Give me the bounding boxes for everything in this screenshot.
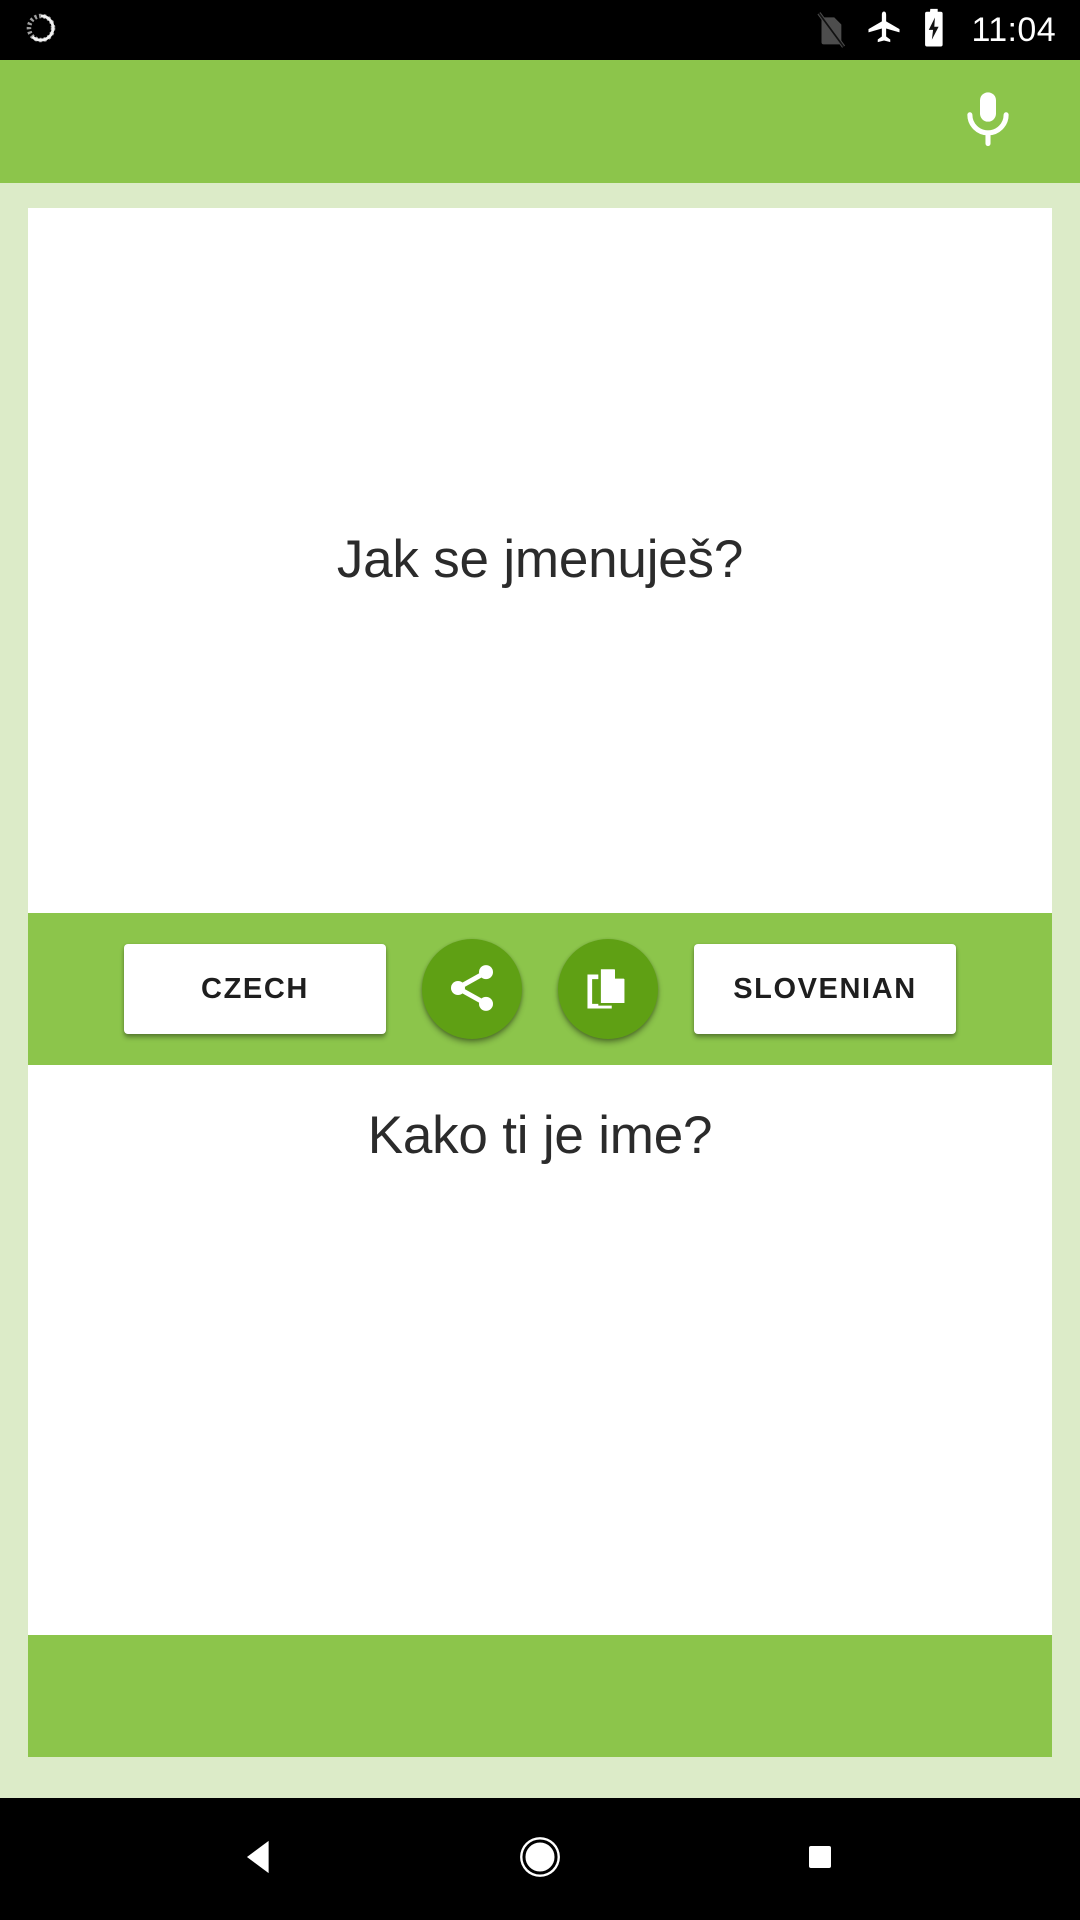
no-sim-card-icon	[813, 8, 847, 53]
target-text-panel[interactable]: Kako ti je ime?	[28, 1065, 1052, 1635]
status-bar-clock: 11:04	[971, 11, 1056, 49]
sync-notification-icon	[24, 11, 58, 50]
status-bar-left-icons	[24, 11, 58, 50]
target-language-button[interactable]: SLOVENIAN	[694, 944, 956, 1034]
share-icon	[444, 960, 500, 1019]
recents-square-icon	[800, 1837, 840, 1882]
back-button[interactable]	[205, 1814, 315, 1904]
navigation-bar	[0, 1798, 1080, 1920]
status-bar-right-icons: 11:04	[813, 8, 1056, 53]
phone-screen: 11:04 Jak se jmenuješ? CZECH SLOVENIAN K…	[0, 0, 1080, 1920]
source-language-button[interactable]: CZECH	[124, 944, 386, 1034]
microphone-button[interactable]	[952, 86, 1024, 158]
bottom-green-strip	[28, 1635, 1052, 1757]
copy-icon	[580, 960, 636, 1019]
battery-charging-icon	[921, 8, 947, 53]
home-button[interactable]	[485, 1814, 595, 1904]
recents-button[interactable]	[765, 1814, 875, 1904]
back-triangle-icon	[237, 1834, 283, 1885]
share-button[interactable]	[422, 939, 522, 1039]
app-bar	[0, 60, 1080, 183]
status-bar: 11:04	[0, 0, 1080, 60]
translator-content: Jak se jmenuješ? CZECH SLOVENIAN Kako ti…	[0, 183, 1080, 1798]
airplane-mode-icon	[865, 9, 903, 52]
microphone-icon	[956, 87, 1020, 156]
copy-button[interactable]	[558, 939, 658, 1039]
source-text-panel[interactable]: Jak se jmenuješ?	[28, 208, 1052, 913]
target-text: Kako ti je ime?	[367, 1106, 713, 1165]
home-circle-icon	[514, 1831, 566, 1888]
source-text: Jak se jmenuješ?	[336, 530, 744, 590]
language-toolbar: CZECH SLOVENIAN	[28, 913, 1052, 1065]
